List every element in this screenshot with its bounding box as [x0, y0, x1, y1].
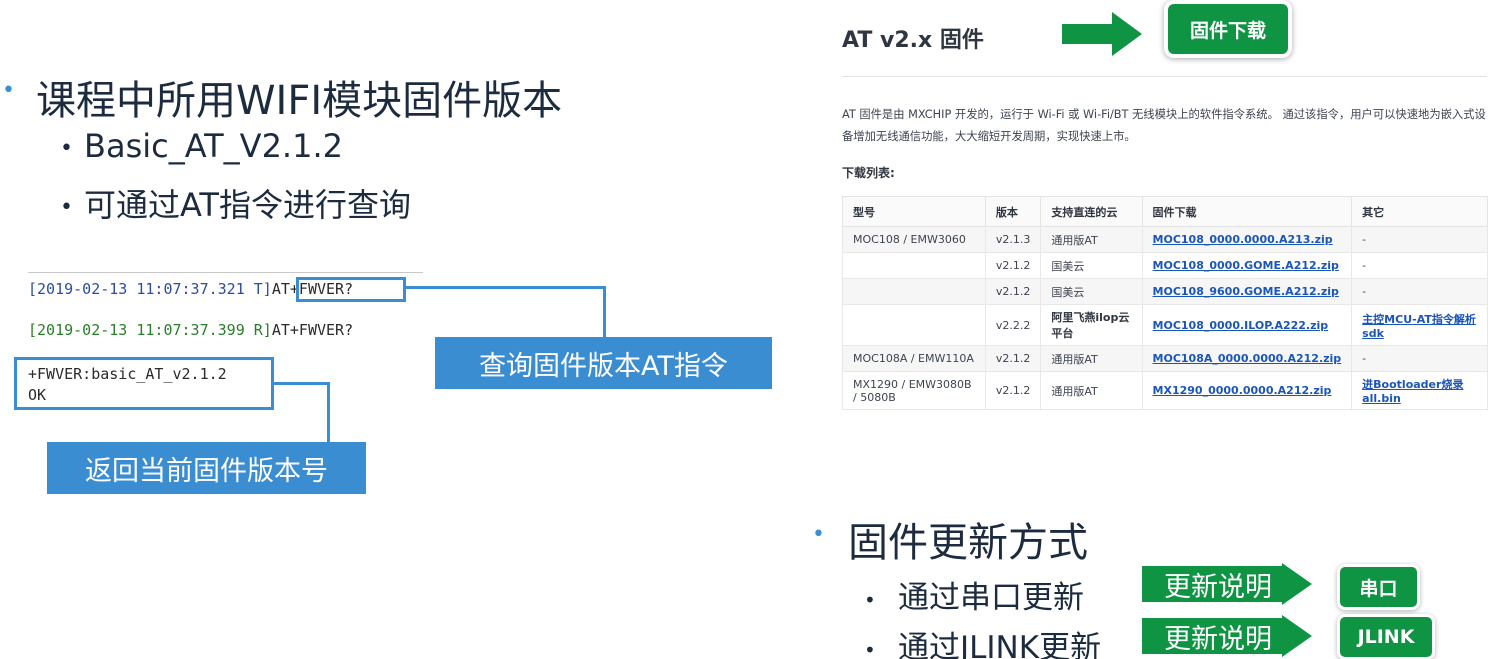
- cell-version: v2.1.2: [984, 252, 1042, 279]
- bullet-dot: •: [60, 135, 73, 161]
- connector-line: [603, 286, 606, 338]
- bullet-version-text: Basic_AT_V2.1.2: [84, 127, 343, 165]
- cell-version: v2.1.3: [984, 226, 1042, 253]
- web-title: AT v2.x 固件: [842, 28, 984, 53]
- jlink-button[interactable]: JLINK: [1340, 617, 1432, 657]
- bootloader-link[interactable]: 进Bootloader烧录all.bin: [1351, 371, 1488, 410]
- update-item-label: 通过串口更新: [898, 580, 1084, 616]
- update-item-jlink: • 通过JLINK更新: [864, 622, 1101, 659]
- firmware-download-link[interactable]: MOC108_0000.0000.A213.zip: [1141, 226, 1353, 253]
- connector-line: [274, 382, 330, 385]
- firmware-download-link[interactable]: MOC108_9600.GOME.A212.zip: [1141, 278, 1353, 305]
- web-divider: [842, 76, 1487, 77]
- bullet-dot: •: [864, 587, 876, 612]
- update-bullet: •: [812, 522, 825, 547]
- bullet-dot: •: [864, 637, 876, 659]
- callout-query-command: 查询固件版本AT指令: [435, 337, 772, 389]
- table-row: v2.1.2 国美云 MOC108_0000.GOME.A212.zip -: [842, 252, 1488, 279]
- cell-cloud: 国美云: [1040, 252, 1143, 279]
- log-timestamp: [2019-02-13 11:07:37.321 T]: [28, 280, 272, 298]
- column-header: 支持直连的云: [1040, 196, 1143, 227]
- cell-version: v2.1.2: [984, 345, 1042, 372]
- cell-cloud: 国美云: [1040, 278, 1143, 305]
- table-row: MX1290 / EMW3080B / 5080B v2.1.2 通用版AT M…: [842, 371, 1488, 410]
- cell-model: MX1290 / EMW3080B / 5080B: [842, 371, 986, 410]
- firmware-download-button[interactable]: 固件下载: [1168, 4, 1288, 54]
- cell-cloud: 通用版AT: [1040, 371, 1143, 410]
- log-divider: [28, 272, 423, 273]
- update-notes-banner-jlink: 更新说明: [1142, 615, 1312, 657]
- sdk-link[interactable]: 主控MCU-AT指令解析sdk: [1351, 304, 1488, 346]
- firmware-download-link[interactable]: MX1290_0000.0000.A212.zip: [1141, 371, 1353, 410]
- column-header: 固件下载: [1141, 196, 1353, 227]
- cell-cloud: 通用版AT: [1040, 345, 1143, 372]
- log-timestamp: [2019-02-13 11:07:37.399 R]: [28, 321, 272, 339]
- update-item-label: 通过JLINK更新: [898, 630, 1102, 659]
- bullet-query: • 可通过AT指令进行查询: [60, 180, 411, 226]
- cell-model: MOC108 / EMW3060: [842, 226, 986, 253]
- bullet-version: • Basic_AT_V2.1.2: [60, 127, 343, 165]
- firmware-download-link[interactable]: MOC108A_0000.0000.A212.zip: [1141, 345, 1353, 372]
- log-line-receive: [2019-02-13 11:07:37.399 R]AT+FWVER?: [28, 321, 353, 339]
- download-list-title: 下载列表:: [842, 166, 895, 180]
- table-header-row: 型号 版本 支持直连的云 固件下载 其它: [842, 196, 1488, 227]
- table-row: v2.2.2 阿里飞燕ilop云平台 MOC108_0000.ILOP.A222…: [842, 304, 1488, 346]
- firmware-table: 型号 版本 支持直连的云 固件下载 其它 MOC108 / EMW3060 v2…: [842, 196, 1488, 410]
- firmware-download-link[interactable]: MOC108_0000.ILOP.A222.zip: [1141, 304, 1353, 346]
- cell-version: v2.2.2: [984, 304, 1042, 346]
- table-row: MOC108 / EMW3060 v2.1.3 通用版AT MOC108_000…: [842, 226, 1488, 253]
- arrow-right-icon: [1282, 615, 1312, 657]
- callout-return-version: 返回当前固件版本号: [47, 442, 366, 494]
- web-description: AT 固件是由 MXCHIP 开发的，运行于 Wi-Fi 或 Wi-Fi/BT …: [842, 108, 1486, 143]
- serial-button[interactable]: 串口: [1340, 567, 1417, 607]
- page-title: 课程中所用WIFI模块固件版本: [36, 78, 563, 124]
- table-row: MOC108A / EMW110A v2.1.2 通用版AT MOC108A_0…: [842, 345, 1488, 372]
- arrow-right-icon: [1282, 563, 1312, 605]
- response-highlight-box: [14, 357, 274, 410]
- connector-line: [406, 286, 606, 289]
- cell-cloud: 通用版AT: [1040, 226, 1143, 253]
- table-row: v2.1.2 国美云 MOC108_9600.GOME.A212.zip -: [842, 278, 1488, 305]
- cell-other: -: [1351, 345, 1488, 372]
- arrow-right-icon: [1062, 12, 1142, 56]
- command-highlight-box: [296, 277, 406, 302]
- column-header: 型号: [842, 196, 986, 227]
- cell-model: [842, 304, 986, 346]
- cell-version: v2.1.2: [984, 371, 1042, 410]
- update-methods-title: 固件更新方式: [848, 520, 1088, 566]
- cell-model: MOC108A / EMW110A: [842, 345, 986, 372]
- column-header: 其它: [1351, 196, 1488, 227]
- cell-other: -: [1351, 226, 1488, 253]
- update-notes-banner-serial: 更新说明: [1142, 563, 1312, 605]
- cell-model: [842, 252, 986, 279]
- bullet-dot: •: [60, 194, 73, 220]
- title-bullet: •: [2, 78, 15, 103]
- log-command: AT+FWVER?: [271, 321, 354, 339]
- connector-line: [327, 382, 330, 442]
- cell-other: -: [1351, 278, 1488, 305]
- banner-label: 更新说明: [1142, 566, 1282, 603]
- cell-other: -: [1351, 252, 1488, 279]
- firmware-download-link[interactable]: MOC108_0000.GOME.A212.zip: [1141, 252, 1353, 279]
- column-header: 版本: [984, 196, 1042, 227]
- cell-cloud: 阿里飞燕ilop云平台: [1040, 304, 1143, 346]
- cell-version: v2.1.2: [984, 278, 1042, 305]
- banner-label: 更新说明: [1142, 618, 1282, 655]
- cell-model: [842, 278, 986, 305]
- update-item-serial: • 通过串口更新: [864, 572, 1084, 617]
- bullet-query-text: 可通过AT指令进行查询: [84, 186, 411, 224]
